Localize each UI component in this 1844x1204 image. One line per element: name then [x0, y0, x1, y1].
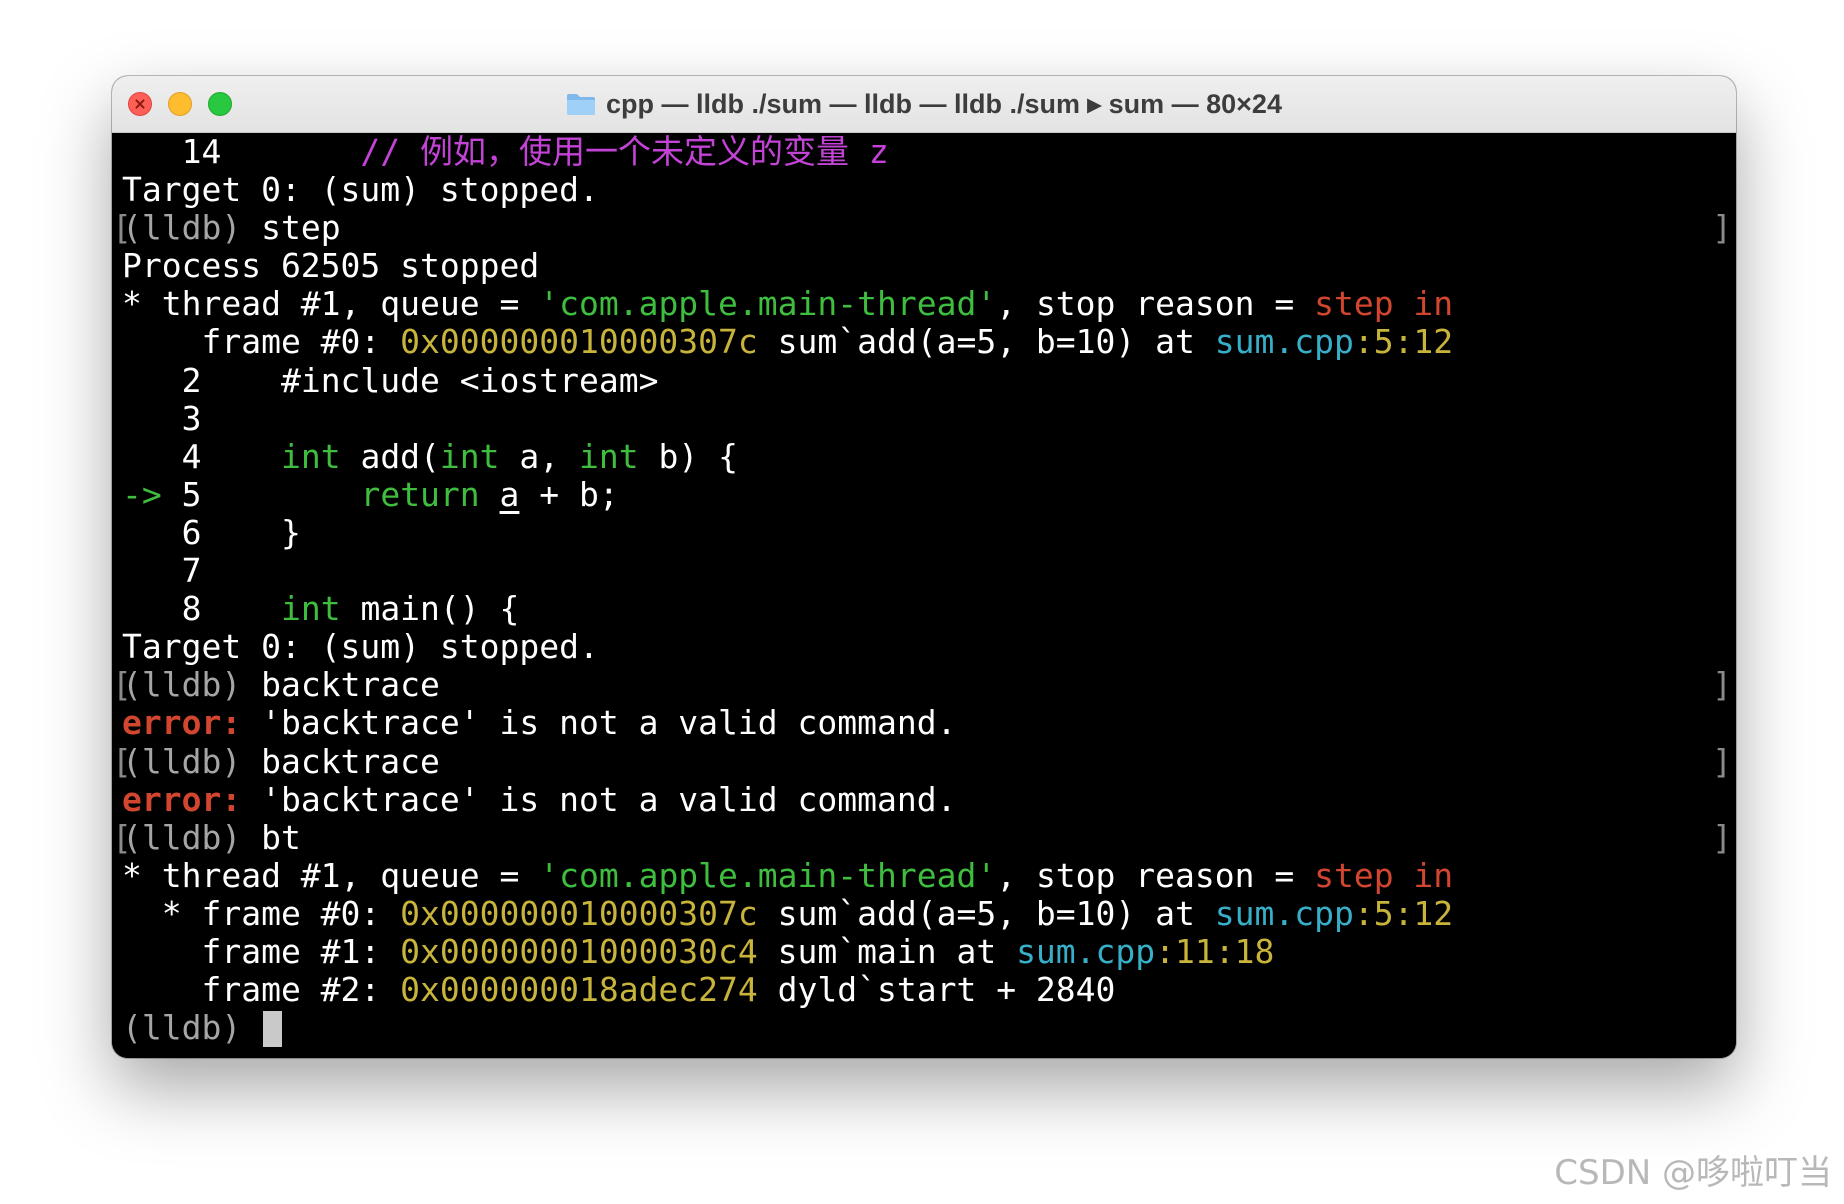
- title-bar[interactable]: cpp — lldb ./sum — lldb — lldb ./sum ▸ s…: [112, 76, 1736, 133]
- source-line-number: 14: [122, 132, 222, 171]
- frame-line: frame #1: 0x00000001000030c4 sum`main at…: [122, 931, 1736, 971]
- keyword: int: [280, 436, 341, 476]
- frame-location: :5:12: [1353, 893, 1454, 933]
- error-label: error:: [122, 703, 242, 743]
- status-text: Target 0: (sum) stopped.: [122, 627, 599, 667]
- keyword: int: [439, 436, 500, 476]
- command-line: [(lldb) step]: [112, 208, 1732, 248]
- stop-reason: step in: [1314, 855, 1454, 895]
- frame-prefix: frame #1:: [122, 931, 401, 971]
- frame-location: :11:18: [1155, 931, 1275, 971]
- keyword: int: [280, 589, 341, 629]
- current-column-marker: a: [499, 474, 520, 514]
- frame-prefix: * frame #0:: [122, 893, 401, 933]
- source-code: + b;: [519, 474, 619, 514]
- error-label: error:: [122, 779, 242, 819]
- frame-file: sum.cpp: [1214, 893, 1354, 933]
- thread-mid: , stop reason =: [996, 284, 1315, 324]
- frame-function: sum`main at: [757, 931, 1017, 971]
- error-line: error: 'backtrace' is not a valid comman…: [122, 704, 1736, 742]
- watermark: CSDN @哆啦叮当: [1554, 1153, 1832, 1193]
- status-text: Process 62505 stopped: [122, 246, 540, 286]
- source-code: main() {: [340, 589, 520, 629]
- thread-line: * thread #1, queue = 'com.apple.main-thr…: [122, 855, 1736, 895]
- source-line-number: 3: [122, 398, 202, 438]
- source-line: 3: [122, 398, 1736, 438]
- source-line: 4 int add(int a, int b) {: [122, 436, 1736, 476]
- command-text: step: [261, 208, 341, 248]
- frame-function: sum`add(a=5, b=10) at: [757, 893, 1215, 933]
- lldb-prompt: (lldb): [122, 741, 242, 781]
- source-line: 2 #include <iostream>: [122, 360, 1736, 400]
- source-code: #include <iostream>: [201, 360, 659, 400]
- command-line: [(lldb) backtrace]: [112, 665, 1732, 705]
- frame-file: sum.cpp: [1016, 931, 1156, 971]
- command-text: backtrace: [261, 741, 440, 781]
- lldb-prompt: (lldb): [122, 1008, 242, 1048]
- source-line: 8 int main() {: [122, 590, 1736, 628]
- source-line-number: 8: [122, 589, 202, 629]
- thread-queue: 'com.apple.main-thread': [539, 855, 997, 895]
- source-line-current: -> 5 return a + b;: [122, 474, 1736, 514]
- terminal-line: Process 62505 stopped: [122, 247, 1736, 285]
- terminal-output[interactable]: 14 // 例如，使用一个未定义的变量 z Target 0: (sum) st…: [112, 132, 1736, 1058]
- source-code: }: [201, 512, 301, 552]
- source-code: b) {: [638, 436, 738, 476]
- keyword: return: [360, 474, 480, 514]
- thread-prefix: * thread #1, queue =: [122, 284, 540, 324]
- source-line-number: 2: [122, 360, 202, 400]
- frame-prefix: frame #2:: [122, 970, 401, 1010]
- thread-line: * thread #1, queue = 'com.apple.main-thr…: [122, 285, 1736, 323]
- lldb-prompt: (lldb): [122, 817, 242, 857]
- terminal-line: Target 0: (sum) stopped.: [122, 171, 1736, 209]
- terminal-line: Target 0: (sum) stopped.: [122, 628, 1736, 666]
- current-line-arrow: ->: [122, 474, 162, 514]
- command-text: bt: [261, 817, 301, 857]
- source-line: 6 }: [122, 512, 1736, 552]
- window-title-area: cpp — lldb ./sum — lldb — lldb ./sum ▸ s…: [112, 76, 1736, 132]
- folder-icon: [567, 94, 596, 115]
- command-line: [(lldb) backtrace]: [112, 741, 1732, 781]
- frame-function: dyld`start + 2840: [757, 970, 1116, 1010]
- keyword: int: [579, 436, 639, 476]
- thread-queue: 'com.apple.main-thread': [539, 284, 997, 324]
- error-message: 'backtrace' is not a valid command.: [241, 703, 957, 743]
- frame-line: * frame #0: 0x000000010000307c sum`add(a…: [122, 893, 1736, 933]
- frame-line: frame #0: 0x000000010000307c sum`add(a=5…: [122, 323, 1736, 361]
- frame-address: 0x000000018adec274: [400, 970, 758, 1010]
- lldb-prompt: (lldb): [122, 665, 242, 705]
- source-line-number: 7: [122, 551, 202, 591]
- frame-address: 0x000000010000307c: [400, 893, 758, 933]
- stop-reason: step in: [1314, 284, 1454, 324]
- source-code: add(: [340, 436, 440, 476]
- terminal-window: cpp — lldb ./sum — lldb — lldb ./sum ▸ s…: [112, 76, 1736, 1058]
- status-text: Target 0: (sum) stopped.: [122, 170, 599, 210]
- text-cursor[interactable]: [263, 1011, 283, 1048]
- thread-mid: , stop reason =: [996, 855, 1315, 895]
- error-message: 'backtrace' is not a valid command.: [241, 779, 957, 819]
- terminal-line: 14 // 例如，使用一个未定义的变量 z: [122, 132, 1736, 171]
- source-line-number: 4: [122, 436, 202, 476]
- source-code: a,: [499, 436, 580, 476]
- frame-function: sum`add(a=5, b=10) at: [757, 322, 1215, 362]
- thread-prefix: * thread #1, queue =: [122, 855, 540, 895]
- error-line: error: 'backtrace' is not a valid comman…: [122, 779, 1736, 819]
- frame-location: :5:12: [1353, 322, 1454, 362]
- frame-address: 0x00000001000030c4: [400, 931, 758, 971]
- source-line: 7: [122, 551, 1736, 591]
- prompt-line[interactable]: (lldb): [122, 1008, 1736, 1048]
- lldb-prompt: (lldb): [122, 208, 242, 248]
- window-title: cpp — lldb ./sum — lldb — lldb ./sum ▸ s…: [606, 88, 1282, 119]
- source-line-number: 6: [122, 512, 202, 552]
- command-line: [(lldb) bt]: [112, 817, 1732, 857]
- source-line-number: 5: [161, 474, 202, 514]
- frame-prefix: frame #0:: [122, 322, 401, 362]
- source-comment: // 例如，使用一个未定义的变量 z: [360, 132, 889, 171]
- frame-file: sum.cpp: [1214, 322, 1354, 362]
- frame-line: frame #2: 0x000000018adec274 dyld`start …: [122, 971, 1736, 1009]
- frame-address: 0x000000010000307c: [400, 322, 758, 362]
- command-text: backtrace: [261, 665, 440, 705]
